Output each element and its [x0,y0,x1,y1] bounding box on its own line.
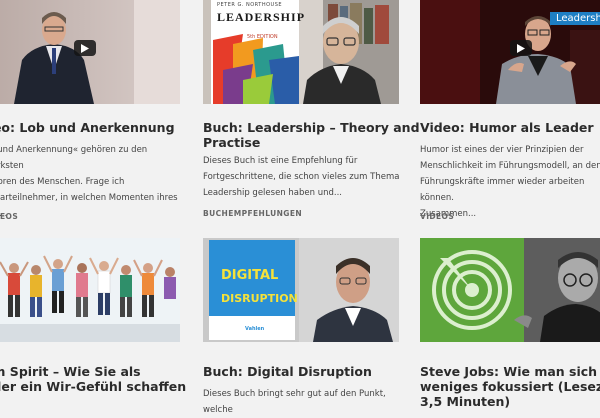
target-portrait-image [420,238,600,342]
post-title[interactable]: am Spirit – Wie Sie als ader ein Wir-Gef… [0,364,204,394]
video-thumbnail[interactable]: Leadership [420,0,600,104]
post-excerpt: ob und Anerkennung« gehören zu den stärk… [0,145,178,219]
leadership-label: Leadership [550,12,600,25]
post-category[interactable]: BUCHEMPFEHLUNGEN [203,209,302,218]
post-excerpt: Dieses Buch bringt sehr gut auf den Punk… [203,389,386,415]
post-title[interactable]: Video: Humor als Leader [420,120,600,135]
book-edition: 5th EDITION [247,34,278,40]
post-category[interactable]: VIDEOS [420,212,454,221]
post-title[interactable]: Buch: Digital Disruption [203,364,423,379]
book-author: PETER G. NORTHOUSE [217,2,283,8]
post-title[interactable]: Buch: Leadership – Theory and Practise [203,120,423,150]
post-title[interactable]: deo: Lob und Anerkennung [0,120,204,135]
team-jumping-image [0,238,180,342]
book-title: LEADERSHIP [217,10,306,24]
book-thumbnail[interactable]: DIGITAL DISRUPTION Vahlen [203,238,399,342]
book-line-digital: DIGITAL [221,268,279,283]
jobs-thumbnail[interactable] [420,238,600,342]
play-icon[interactable] [74,40,96,56]
post-excerpt: Dieses Buch ist eine Empfehlung für Fort… [203,156,400,198]
play-icon[interactable] [510,40,532,56]
book-thumbnail[interactable]: PETER G. NORTHOUSE LEADERSHIP 5th EDITIO… [203,0,399,104]
team-thumbnail[interactable] [0,238,180,342]
book-cover-image [203,238,399,342]
post-title[interactable]: Steve Jobs: Wie man sich auf weniges fok… [420,364,600,409]
video-thumbnail[interactable] [0,0,180,104]
book-publisher: Vahlen [245,326,265,332]
post-category[interactable]: VIDEOS [0,212,18,221]
post-excerpt: Humor ist eines der vier Prinzipien der … [420,145,600,219]
book-line-disruption: DISRUPTION [221,292,298,305]
